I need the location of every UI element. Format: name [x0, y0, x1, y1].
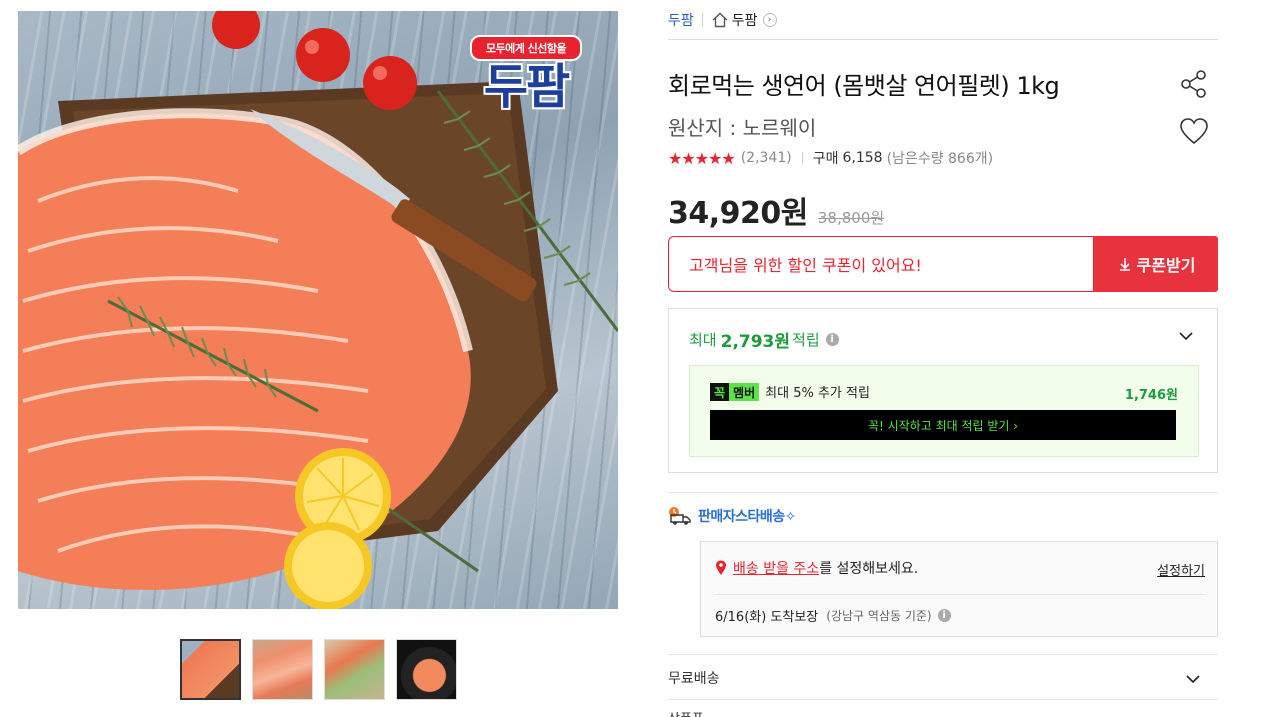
member-badge-part2: 멤버 [729, 382, 760, 401]
thumbnail-2[interactable] [252, 639, 313, 700]
share-icon[interactable] [1178, 68, 1210, 100]
member-reward-text: 최대 5% 추가 적립 [765, 386, 870, 401]
product-title: 회로먹는 생연어 (몸뱃살 연어필렛) 1kg [668, 72, 1060, 100]
truck-icon [669, 507, 691, 525]
thumbnail-4[interactable] [396, 639, 457, 700]
download-icon [1119, 258, 1130, 271]
reward-prefix: 최대 [689, 331, 717, 349]
thumbnail-1[interactable] [180, 639, 241, 700]
address-set-button[interactable]: 설정하기 [1157, 560, 1205, 579]
breadcrumb-separator [701, 12, 703, 27]
info-icon[interactable]: i [825, 333, 839, 346]
reward-amount: 2,793원 [720, 332, 791, 352]
address-suffix: 를 설정해보세요. [819, 561, 919, 577]
coupon-button-label: 쿠폰받기 [1136, 256, 1196, 275]
chevron-down-icon[interactable] [1184, 670, 1202, 688]
purchase-label: 구매 [812, 151, 839, 167]
coupon-banner: 고객님을 위한 할인 쿠폰이 있어요! [668, 236, 1094, 292]
address-box: 배송 받을 주소 를 설정해보세요. 설정하기 6/16(화) 도착보장 (강남… [700, 541, 1218, 637]
member-reward-amount: 1,746원 [1124, 388, 1178, 403]
location-pin-icon [716, 560, 726, 575]
star-rating: ★★★★★ [668, 148, 736, 168]
main-product-image[interactable]: 모두에게 신선함을 두팜 [18, 11, 618, 609]
reward-header: 최대 2,793원 적립 i [689, 327, 839, 352]
next-section-text: 상품푸 [668, 708, 704, 717]
star-delivery-label: 판매자스타배송✧ [668, 506, 796, 526]
breadcrumb: 두팜 두팜 › [668, 0, 1218, 40]
address-link[interactable]: 배송 받을 주소 [733, 558, 819, 578]
free-shipping-label[interactable]: 무료배송 [668, 668, 720, 688]
brand-badge: 모두에게 신선함을 두팜 [470, 35, 582, 113]
home-icon [712, 12, 728, 27]
thumbnail-3[interactable] [324, 639, 385, 700]
original-price: 38,800원 [817, 209, 885, 227]
reward-box: 최대 2,793원 적립 i 꼭 멤버 최대 5% 추가 적립 1,746원 꼭… [668, 308, 1218, 473]
arrival-guarantee: 6/16(화) 도착보장 [715, 610, 819, 625]
brand-logo: 두팜 [483, 59, 570, 115]
thumbnail-list [180, 639, 457, 700]
chevron-right-icon[interactable]: › [762, 12, 777, 27]
coupon-download-button[interactable]: 쿠폰받기 [1094, 236, 1218, 292]
sale-price: 34,920원 [668, 196, 808, 231]
brand-tagline: 모두에게 신선함을 [470, 35, 582, 61]
coupon-message: 고객님을 위한 할인 쿠폰이 있어요! [689, 256, 922, 275]
divider [668, 699, 1218, 700]
breadcrumb-store-link[interactable]: 두팜 [732, 10, 758, 30]
info-icon[interactable]: i [937, 609, 951, 622]
next-section-label: 상품푸 [668, 708, 704, 717]
address-divider [715, 594, 1205, 595]
product-origin: 원산지 : 노르웨이 [668, 116, 817, 140]
tomato [212, 11, 260, 49]
review-count-link[interactable]: (2,341) [741, 150, 792, 166]
rating-separator [801, 152, 803, 164]
member-row: 꼭 멤버 최대 5% 추가 적립 [710, 382, 870, 401]
member-start-button[interactable]: 꼭! 시작하고 최대 적립 받기 › [710, 410, 1176, 440]
arrival-base-location: (강남구 역삼동 기준) [826, 609, 932, 623]
divider [668, 654, 1218, 655]
purchase-count: 6,158 [842, 150, 883, 166]
member-badge-part1: 꼭 [710, 382, 730, 401]
breadcrumb-seller-link[interactable]: 두팜 [668, 10, 694, 30]
reward-suffix: 적립 [792, 331, 820, 349]
rating-row: ★★★★★ (2,341) 구매 6,158 (남은수량 866개) [668, 148, 993, 168]
star-delivery-text: 판매자스타배송✧ [698, 509, 796, 525]
address-row: 배송 받을 주소 를 설정해보세요. [715, 558, 918, 578]
price-row: 34,920원 38,800원 [668, 188, 884, 232]
heart-icon[interactable] [1178, 116, 1210, 148]
member-panel: 꼭 멤버 최대 5% 추가 적립 1,746원 꼭! 시작하고 최대 적립 받기… [689, 365, 1199, 457]
remaining-stock: (남은수량 866개) [886, 151, 994, 167]
divider [668, 492, 1218, 493]
chevron-down-icon[interactable] [1177, 327, 1195, 345]
member-badge: 꼭 멤버 [710, 382, 760, 401]
product-info: 두팜 두팜 › 회로먹는 생연어 (몸뱃살 연어필렛) 1kg 원산지 : 노르… [668, 0, 1218, 717]
arrival-row: 6/16(화) 도착보장 (강남구 역삼동 기준) i [715, 606, 951, 625]
